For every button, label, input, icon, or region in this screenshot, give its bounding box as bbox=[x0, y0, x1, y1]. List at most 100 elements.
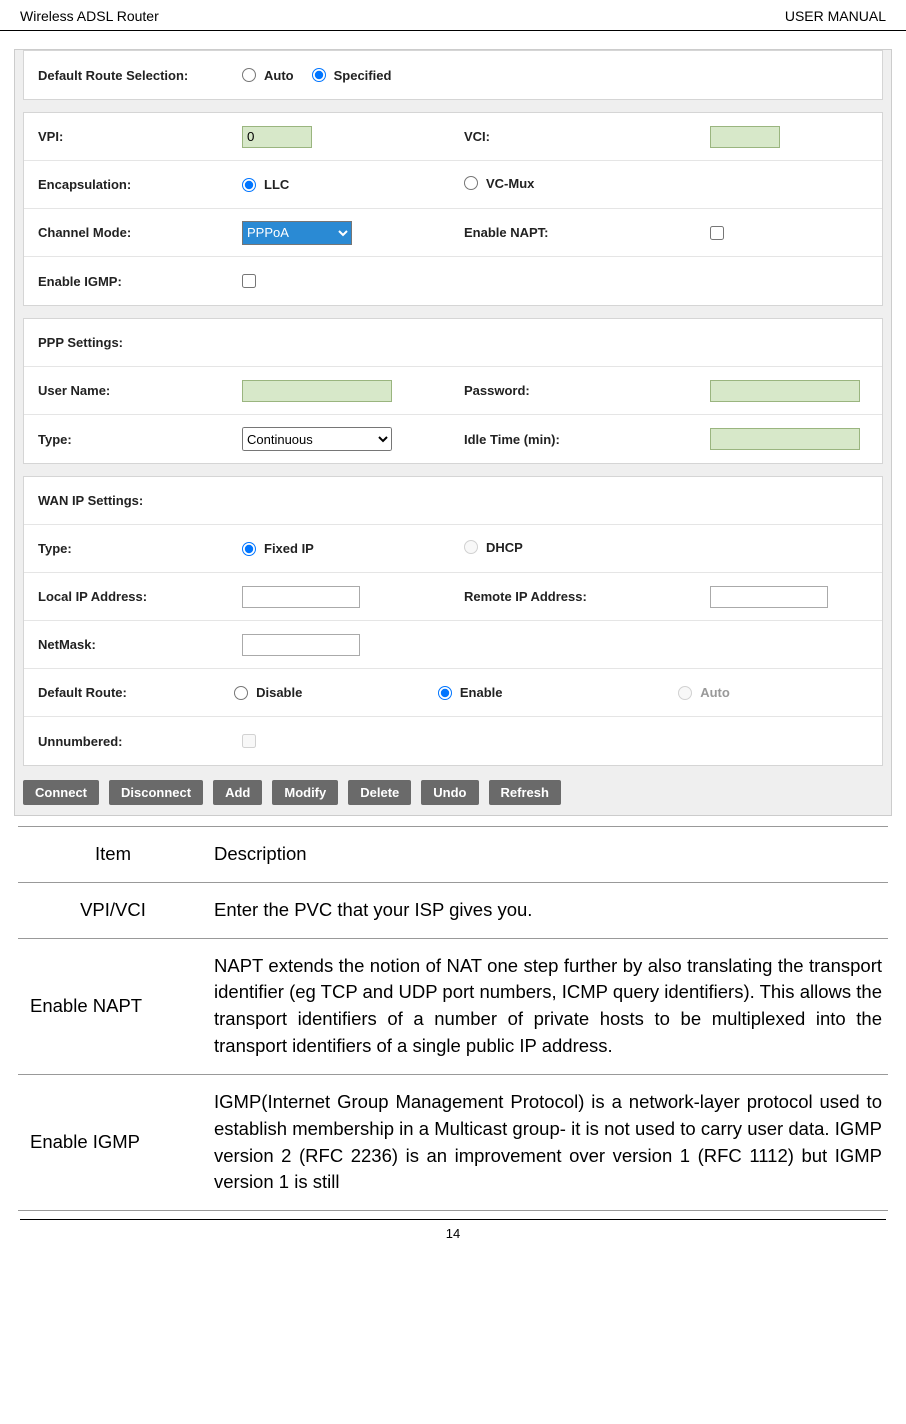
panel-pvc: VPI: VCI: Encapsulation: LLC VC-Mux bbox=[23, 112, 883, 306]
disconnect-button[interactable]: Disconnect bbox=[109, 780, 203, 805]
cell-item-vpivci: VPI/VCI bbox=[18, 882, 208, 938]
label-channel-mode: Channel Mode: bbox=[24, 225, 242, 240]
radio-fixed-ip-label: Fixed IP bbox=[264, 541, 314, 556]
label-password: Password: bbox=[450, 383, 710, 398]
label-default-route-selection: Default Route Selection: bbox=[24, 68, 242, 83]
input-password[interactable] bbox=[710, 380, 860, 402]
row-default-route-selection: Default Route Selection: Auto Specified bbox=[24, 51, 882, 99]
table-row: Enable NAPT NAPT extends the notion of N… bbox=[18, 938, 888, 1074]
radio-dr-auto-option: Auto bbox=[678, 685, 730, 700]
refresh-button[interactable]: Refresh bbox=[489, 780, 561, 805]
cell-desc-vpivci: Enter the PVC that your ISP gives you. bbox=[208, 882, 888, 938]
label-enable-napt: Enable NAPT: bbox=[450, 225, 710, 240]
row-channel-mode: Channel Mode: PPPoA Enable NAPT: bbox=[24, 209, 882, 257]
radio-dhcp-label: DHCP bbox=[486, 540, 523, 555]
checkbox-enable-napt[interactable] bbox=[710, 226, 724, 240]
radio-vcmux[interactable] bbox=[464, 176, 478, 190]
page-footer: 14 bbox=[20, 1219, 886, 1251]
label-ppp-type: Type: bbox=[24, 432, 242, 447]
row-unnumbered: Unnumbered: bbox=[24, 717, 882, 765]
select-ppp-type[interactable]: Continuous bbox=[242, 427, 392, 451]
radio-specified-label: Specified bbox=[334, 68, 392, 83]
row-type-idle: Type: Continuous Idle Time (min): bbox=[24, 415, 882, 463]
checkbox-unnumbered bbox=[242, 734, 256, 748]
radio-auto[interactable] bbox=[242, 68, 256, 82]
cell-item-igmp: Enable IGMP bbox=[18, 1074, 208, 1210]
config-screenshot: Default Route Selection: Auto Specified … bbox=[14, 49, 892, 816]
radio-specified[interactable] bbox=[312, 68, 326, 82]
connect-button[interactable]: Connect bbox=[23, 780, 99, 805]
input-local-ip[interactable] bbox=[242, 586, 360, 608]
panel-wan-ip: WAN IP Settings: Type: Fixed IP DHCP Loc… bbox=[23, 476, 883, 766]
page-header: Wireless ADSL Router USER MANUAL bbox=[0, 0, 906, 31]
modify-button[interactable]: Modify bbox=[272, 780, 338, 805]
radio-dr-enable[interactable] bbox=[438, 686, 452, 700]
input-netmask[interactable] bbox=[242, 634, 360, 656]
select-channel-mode[interactable]: PPPoA bbox=[242, 221, 352, 245]
radio-llc-option[interactable]: LLC bbox=[242, 177, 289, 192]
radio-dhcp[interactable] bbox=[464, 540, 478, 554]
radio-dr-disable-label: Disable bbox=[256, 685, 302, 700]
row-vpi-vci: VPI: VCI: bbox=[24, 113, 882, 161]
cell-desc-igmp: IGMP(Internet Group Management Protocol)… bbox=[208, 1074, 888, 1210]
delete-button[interactable]: Delete bbox=[348, 780, 411, 805]
label-wan-ip-settings: WAN IP Settings: bbox=[24, 493, 242, 508]
radio-auto-option[interactable]: Auto bbox=[242, 68, 294, 83]
label-ppp-settings: PPP Settings: bbox=[24, 335, 242, 350]
undo-button[interactable]: Undo bbox=[421, 780, 478, 805]
label-vci: VCI: bbox=[450, 129, 710, 144]
cell-desc-napt: NAPT extends the notion of NAT one step … bbox=[208, 938, 888, 1074]
input-vpi[interactable] bbox=[242, 126, 312, 148]
label-enable-igmp: Enable IGMP: bbox=[24, 274, 242, 289]
table-header-row: Item Description bbox=[18, 827, 888, 883]
label-wan-type: Type: bbox=[24, 541, 242, 556]
checkbox-enable-igmp[interactable] bbox=[242, 274, 256, 288]
row-default-route: Default Route: Disable Enable Auto bbox=[24, 669, 882, 717]
input-remote-ip[interactable] bbox=[710, 586, 828, 608]
label-encapsulation: Encapsulation: bbox=[24, 177, 242, 192]
panel-ppp-settings: PPP Settings: User Name: Password: Type:… bbox=[23, 318, 883, 464]
table-row: VPI/VCI Enter the PVC that your ISP give… bbox=[18, 882, 888, 938]
radio-dhcp-option[interactable]: DHCP bbox=[464, 540, 523, 555]
radio-llc[interactable] bbox=[242, 178, 256, 192]
radio-dr-auto-label: Auto bbox=[700, 685, 730, 700]
radio-specified-option[interactable]: Specified bbox=[312, 68, 392, 83]
radio-fixed-ip[interactable] bbox=[242, 542, 256, 556]
row-wan-type: Type: Fixed IP DHCP bbox=[24, 525, 882, 573]
radio-dr-enable-option[interactable]: Enable bbox=[438, 685, 503, 700]
input-username[interactable] bbox=[242, 380, 392, 402]
header-description: Description bbox=[208, 827, 888, 883]
doc-title-left: Wireless ADSL Router bbox=[20, 8, 159, 24]
radio-dr-disable-option[interactable]: Disable bbox=[234, 685, 302, 700]
label-default-route: Default Route: bbox=[24, 685, 234, 700]
panel-default-route: Default Route Selection: Auto Specified bbox=[23, 50, 883, 100]
table-row: Enable IGMP IGMP(Internet Group Manageme… bbox=[18, 1074, 888, 1210]
cell-item-napt: Enable NAPT bbox=[18, 938, 208, 1074]
radio-auto-label: Auto bbox=[264, 68, 294, 83]
label-username: User Name: bbox=[24, 383, 242, 398]
radio-llc-label: LLC bbox=[264, 177, 289, 192]
add-button[interactable]: Add bbox=[213, 780, 262, 805]
input-idle-time[interactable] bbox=[710, 428, 860, 450]
row-local-remote-ip: Local IP Address: Remote IP Address: bbox=[24, 573, 882, 621]
radio-vcmux-label: VC-Mux bbox=[486, 176, 534, 191]
input-vci[interactable] bbox=[710, 126, 780, 148]
label-idle-time: Idle Time (min): bbox=[450, 432, 710, 447]
button-bar: Connect Disconnect Add Modify Delete Und… bbox=[15, 778, 891, 807]
row-wan-ip-header: WAN IP Settings: bbox=[24, 477, 882, 525]
doc-title-right: USER MANUAL bbox=[785, 8, 886, 24]
radio-dr-enable-label: Enable bbox=[460, 685, 503, 700]
row-netmask: NetMask: bbox=[24, 621, 882, 669]
label-vpi: VPI: bbox=[24, 129, 242, 144]
label-remote-ip: Remote IP Address: bbox=[450, 589, 710, 604]
radio-fixed-ip-option[interactable]: Fixed IP bbox=[242, 541, 314, 556]
label-netmask: NetMask: bbox=[24, 637, 242, 652]
header-item: Item bbox=[18, 827, 208, 883]
label-unnumbered: Unnumbered: bbox=[24, 734, 242, 749]
page-number: 14 bbox=[446, 1226, 460, 1241]
radio-vcmux-option[interactable]: VC-Mux bbox=[464, 176, 534, 191]
row-encapsulation: Encapsulation: LLC VC-Mux bbox=[24, 161, 882, 209]
radio-dr-disable[interactable] bbox=[234, 686, 248, 700]
radio-dr-auto bbox=[678, 686, 692, 700]
row-ppp-settings-header: PPP Settings: bbox=[24, 319, 882, 367]
